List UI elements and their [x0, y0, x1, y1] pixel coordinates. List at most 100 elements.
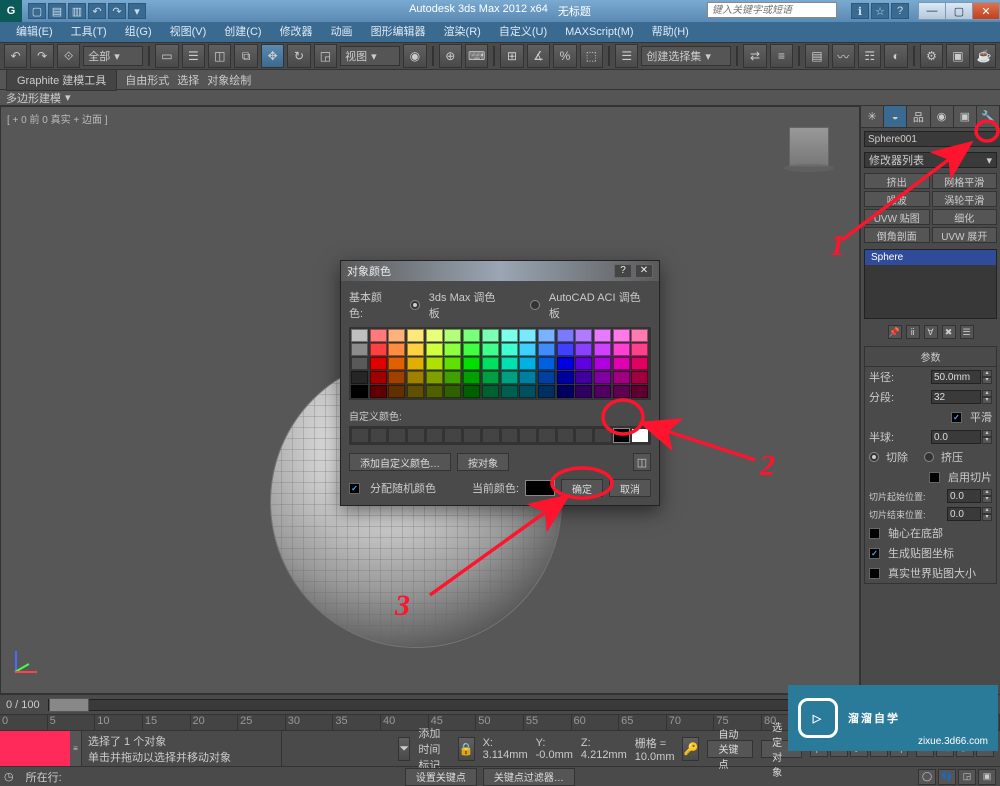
custom-swatch[interactable]	[538, 428, 556, 443]
maximize-button[interactable]: ▢	[945, 2, 973, 20]
qat-save-icon[interactable]: ▥	[68, 3, 86, 19]
add-time-tag[interactable]: 添加时间标记	[418, 725, 449, 773]
palette-swatch[interactable]	[538, 371, 555, 384]
palette-swatch[interactable]	[557, 357, 574, 370]
cp-create-tab[interactable]: ✳	[861, 106, 884, 127]
palette-swatch[interactable]	[407, 343, 424, 356]
palette-swatch[interactable]	[463, 371, 480, 384]
palette-swatch[interactable]	[444, 371, 461, 384]
sfrom-up[interactable]: ▴	[982, 489, 992, 496]
custom-swatch[interactable]	[351, 428, 369, 443]
redo-icon[interactable]: ↷	[30, 44, 53, 68]
time-handle[interactable]	[49, 698, 89, 712]
palette-swatch[interactable]	[575, 329, 592, 342]
mod-btn-4[interactable]: UVW 贴图	[864, 209, 930, 225]
qat-dropdown-icon[interactable]: ▾	[128, 3, 146, 19]
menu-4[interactable]: 创建(C)	[216, 23, 269, 41]
palette-swatch[interactable]	[444, 385, 461, 398]
palette-swatch[interactable]	[444, 343, 461, 356]
custom-swatch[interactable]	[426, 428, 444, 443]
configure-icon[interactable]: ☰	[960, 325, 974, 339]
mod-btn-0[interactable]: 挤出	[864, 173, 930, 189]
random-color-checkbox[interactable]: ✓	[349, 483, 360, 494]
snap-icon[interactable]: ⊞	[500, 44, 523, 68]
palette-swatch[interactable]	[519, 357, 536, 370]
undo-icon[interactable]: ↶	[4, 44, 27, 68]
set-key-button[interactable]: 设置关键点	[405, 768, 477, 786]
menu-2[interactable]: 组(G)	[117, 23, 160, 41]
palette-swatch[interactable]	[407, 329, 424, 342]
render-icon[interactable]: ☕	[973, 44, 996, 68]
ribbon-subpanel[interactable]: 多边形建模	[6, 90, 61, 106]
unique-icon[interactable]: ∀	[924, 325, 938, 339]
mirror-icon[interactable]: ⇄	[743, 44, 766, 68]
palette-swatch[interactable]	[501, 385, 518, 398]
palette-swatch[interactable]	[426, 343, 443, 356]
gen-coords-checkbox[interactable]: ✓	[869, 548, 880, 559]
palette-swatch[interactable]	[351, 343, 368, 356]
menu-8[interactable]: 渲染(R)	[436, 23, 489, 41]
sfrom-down[interactable]: ▾	[982, 496, 992, 503]
palette-swatch[interactable]	[594, 357, 611, 370]
custom-swatch[interactable]	[557, 428, 575, 443]
palette-swatch[interactable]	[482, 357, 499, 370]
help-search-input[interactable]	[707, 2, 837, 18]
palette-swatch[interactable]	[388, 371, 405, 384]
material-icon[interactable]: ◐	[884, 44, 907, 68]
cp-hierarchy-tab[interactable]: 品	[907, 106, 930, 127]
palette-swatch[interactable]	[557, 329, 574, 342]
palette-swatch[interactable]	[631, 385, 648, 398]
angle-snap-icon[interactable]: ∡	[527, 44, 550, 68]
custom-swatch[interactable]	[388, 428, 406, 443]
window-cross-icon[interactable]: ⧉	[234, 44, 257, 68]
key-filter-button[interactable]: 关键点过滤器…	[483, 768, 575, 786]
show-end-icon[interactable]: ⅱ	[906, 325, 920, 339]
menu-3[interactable]: 视图(V)	[162, 23, 215, 41]
palette-swatch[interactable]	[482, 385, 499, 398]
selection-set-dropdown[interactable]: 创建选择集▾	[641, 46, 731, 66]
palette-swatch[interactable]	[631, 329, 648, 342]
palette-swatch[interactable]	[519, 371, 536, 384]
qat-undo-icon[interactable]: ↶	[88, 3, 106, 19]
palette-swatch[interactable]	[482, 343, 499, 356]
custom-swatch[interactable]	[594, 428, 612, 443]
custom-swatch[interactable]	[407, 428, 425, 443]
ribbon-freeform[interactable]: 自由形式	[125, 72, 169, 88]
palette-swatch[interactable]	[351, 385, 368, 398]
custom-swatch[interactable]	[613, 428, 631, 443]
palette-swatch[interactable]	[482, 371, 499, 384]
palette-swatch[interactable]	[426, 329, 443, 342]
base-pivot-checkbox[interactable]: ✓	[869, 528, 880, 539]
palette-swatch[interactable]	[594, 343, 611, 356]
curve-editor-icon[interactable]: 〰	[832, 44, 855, 68]
viewcube[interactable]	[789, 127, 829, 167]
viewport-label[interactable]: [ + 0 前 0 真实 + 边面 ]	[7, 111, 108, 126]
palette-swatch[interactable]	[463, 329, 480, 342]
palette-swatch[interactable]	[557, 343, 574, 356]
menu-11[interactable]: 帮助(H)	[644, 23, 697, 41]
palette-max-radio[interactable]	[410, 300, 420, 310]
ribbon-paint[interactable]: 对象绘制	[207, 72, 251, 88]
ok-button[interactable]: 确定	[561, 479, 603, 497]
active-color-icon[interactable]: ◫	[633, 453, 651, 471]
select-region-icon[interactable]: ◫	[208, 44, 231, 68]
palette-aci-radio[interactable]	[530, 300, 540, 310]
comm-icon[interactable]: ☆	[871, 3, 889, 19]
select-icon[interactable]: ▭	[155, 44, 178, 68]
palette-swatch[interactable]	[426, 357, 443, 370]
palette-swatch[interactable]	[370, 371, 387, 384]
palette-swatch[interactable]	[407, 357, 424, 370]
palette-swatch[interactable]	[426, 385, 443, 398]
nav-region-icon[interactable]: ▣	[978, 769, 996, 785]
palette-swatch[interactable]	[351, 371, 368, 384]
palette-swatch[interactable]	[463, 343, 480, 356]
dialog-help-icon[interactable]: ?	[614, 264, 632, 278]
modifier-stack[interactable]: Sphere	[864, 249, 997, 319]
palette-swatch[interactable]	[370, 385, 387, 398]
hemi-input[interactable]	[931, 430, 981, 444]
palette-swatch[interactable]	[613, 329, 630, 342]
slice-checkbox[interactable]: ✓	[929, 472, 940, 483]
menu-1[interactable]: 工具(T)	[63, 23, 115, 41]
filter-dropdown[interactable]: 全部▾	[83, 46, 143, 66]
cp-modify-tab[interactable]: ◒	[884, 106, 907, 127]
